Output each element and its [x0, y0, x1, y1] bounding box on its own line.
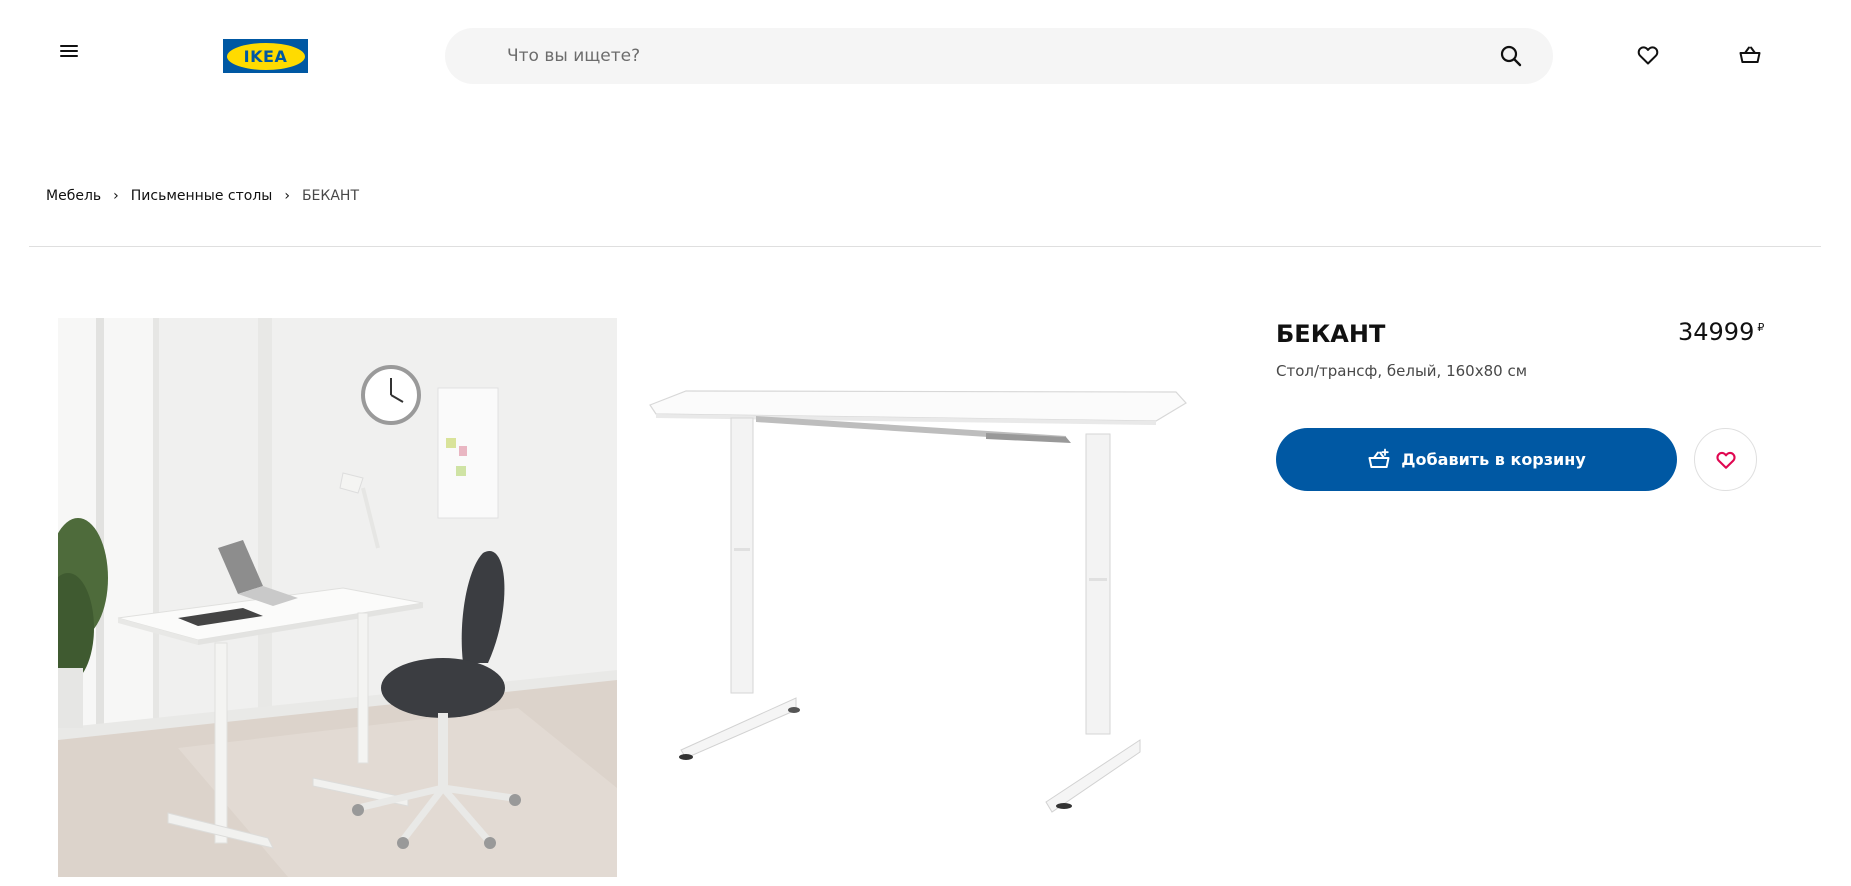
- logo-oval: IKEA: [226, 42, 305, 70]
- product-price: 34999 ₽: [1678, 318, 1764, 346]
- favorite-button[interactable]: [1694, 428, 1757, 491]
- ikea-logo[interactable]: IKEA: [223, 39, 308, 73]
- breadcrumb-separator: ›: [284, 188, 290, 204]
- product-description: Стол/трансф, белый, 160x80 см: [1276, 362, 1528, 380]
- basket-icon[interactable]: [1738, 43, 1762, 67]
- search-bar: [445, 28, 1553, 84]
- menu-icon-line: [60, 55, 78, 57]
- price-value: 34999: [1678, 318, 1755, 346]
- divider: [29, 246, 1821, 247]
- heart-icon[interactable]: [1636, 43, 1660, 67]
- logo-text: IKEA: [243, 46, 288, 66]
- menu-icon-line: [60, 45, 78, 47]
- breadcrumb-current: БЕКАНТ: [301, 188, 359, 204]
- breadcrumb-link-desks[interactable]: Письменные столы: [131, 188, 273, 204]
- product-photo-room[interactable]: [58, 318, 617, 877]
- price-currency: ₽: [1757, 321, 1765, 334]
- add-to-cart-button[interactable]: Добавить в корзину: [1276, 428, 1677, 491]
- breadcrumb-link-furniture[interactable]: Мебель: [46, 188, 101, 204]
- breadcrumb-separator: ›: [113, 188, 119, 204]
- desk-image: [649, 390, 1187, 813]
- search-input[interactable]: [507, 28, 1467, 84]
- add-to-basket-icon: [1368, 448, 1390, 468]
- menu-button[interactable]: [56, 42, 82, 68]
- breadcrumb: Мебель › Письменные столы › БЕКАНТ: [46, 188, 359, 204]
- room-scene-image: [58, 318, 617, 877]
- product-photo-desk[interactable]: [646, 318, 1205, 877]
- product-name: БЕКАНТ: [1276, 320, 1386, 348]
- heart-icon: [1715, 451, 1736, 469]
- menu-icon-line: [60, 50, 78, 52]
- search-icon[interactable]: [1499, 44, 1523, 68]
- add-to-cart-label: Добавить в корзину: [1401, 450, 1586, 469]
